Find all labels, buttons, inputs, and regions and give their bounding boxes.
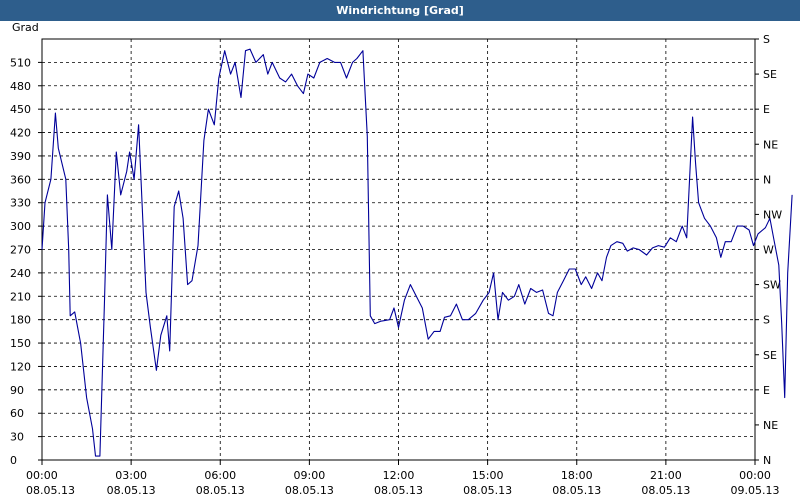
compass-tick-label: S bbox=[763, 314, 770, 327]
y-tick-label: 300 bbox=[10, 220, 31, 233]
x-tick-time-label: 12:00 bbox=[383, 469, 415, 482]
compass-tick-label: N bbox=[763, 173, 771, 186]
y-tick-label: 210 bbox=[10, 290, 31, 303]
compass-tick-label: N bbox=[763, 454, 771, 467]
compass-tick-label: SW bbox=[763, 279, 781, 292]
compass-tick-label: S bbox=[763, 33, 770, 46]
x-tick-date-label: 08.05.13 bbox=[552, 484, 601, 497]
x-tick-date-label: 08.05.13 bbox=[285, 484, 334, 497]
compass-tick-label: NE bbox=[763, 419, 778, 432]
x-tick-date-label: 08.05.13 bbox=[196, 484, 245, 497]
y-tick-label: 330 bbox=[10, 197, 31, 210]
x-tick-time-label: 00:00 bbox=[739, 469, 771, 482]
y-tick-label: 180 bbox=[10, 314, 31, 327]
x-tick-time-label: 03:00 bbox=[115, 469, 147, 482]
y-tick-label: 360 bbox=[10, 173, 31, 186]
y-tick-label: 390 bbox=[10, 150, 31, 163]
y-tick-label: 450 bbox=[10, 103, 31, 116]
x-tick-date-label: 08.05.13 bbox=[107, 484, 156, 497]
y-tick-label: 60 bbox=[10, 407, 24, 420]
compass-tick-label: NE bbox=[763, 138, 778, 151]
y-tick-label: 510 bbox=[10, 56, 31, 69]
y-tick-label: 90 bbox=[10, 384, 24, 397]
x-tick-date-label: 08.05.13 bbox=[641, 484, 690, 497]
x-tick-time-label: 21:00 bbox=[650, 469, 682, 482]
y-axis-label: Grad bbox=[12, 21, 39, 34]
y-tick-label: 150 bbox=[10, 337, 31, 350]
y-tick-label: 270 bbox=[10, 244, 31, 257]
compass-tick-label: NW bbox=[763, 208, 782, 221]
x-tick-date-label: 09.05.13 bbox=[731, 484, 780, 497]
chart-title: Windrichtung [Grad] bbox=[0, 0, 800, 21]
x-tick-time-label: 06:00 bbox=[204, 469, 236, 482]
y-tick-label: 480 bbox=[10, 80, 31, 93]
compass-tick-label: W bbox=[763, 244, 774, 257]
y-tick-label: 420 bbox=[10, 127, 31, 140]
y-tick-label: 240 bbox=[10, 267, 31, 280]
compass-tick-label: SE bbox=[763, 349, 777, 362]
x-tick-time-label: 09:00 bbox=[294, 469, 326, 482]
x-tick-time-label: 18:00 bbox=[561, 469, 593, 482]
compass-tick-label: SE bbox=[763, 68, 777, 81]
x-tick-date-label: 08.05.13 bbox=[26, 484, 75, 497]
y-tick-label: 30 bbox=[10, 431, 24, 444]
x-tick-date-label: 08.05.13 bbox=[374, 484, 423, 497]
x-tick-time-label: 00:00 bbox=[26, 469, 58, 482]
x-tick-time-label: 15:00 bbox=[472, 469, 504, 482]
compass-tick-label: E bbox=[763, 103, 770, 116]
wind-direction-chart: 0 30 60 90 120 150 180 210 240 270 300 330 360 390 420… bbox=[10, 21, 793, 497]
y-tick-label: 0 bbox=[10, 454, 17, 467]
compass-tick-label: E bbox=[763, 384, 770, 397]
x-tick-date-label: 08.05.13 bbox=[463, 484, 512, 497]
y-tick-label: 120 bbox=[10, 360, 31, 373]
